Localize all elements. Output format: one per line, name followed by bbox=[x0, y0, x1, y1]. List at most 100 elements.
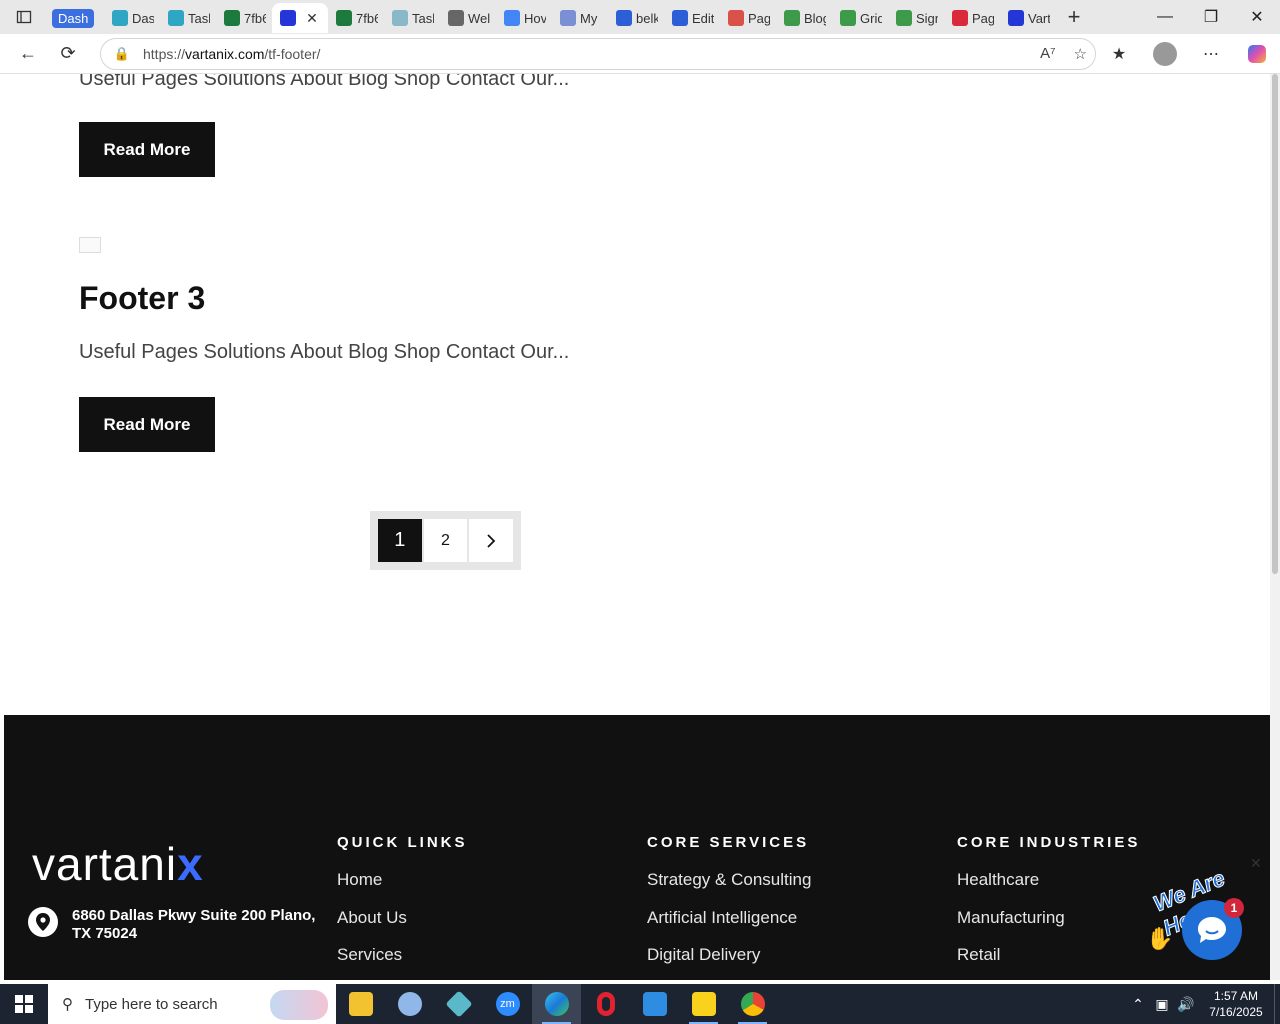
edge-icon[interactable] bbox=[532, 984, 581, 1024]
tab-title: Blog bbox=[804, 10, 826, 26]
tab-title: Sign bbox=[916, 10, 938, 26]
footer-link-digital-delivery[interactable]: Digital Delivery bbox=[647, 945, 811, 980]
taskbar-search-box[interactable]: ⚲ Type here to search bbox=[48, 984, 336, 1024]
footer-link-manufacturing[interactable]: Manufacturing bbox=[957, 908, 1140, 946]
core-services-column: CORE SERVICES Strategy & Consulting Arti… bbox=[647, 834, 811, 980]
restore-button[interactable]: ❐ bbox=[1188, 0, 1234, 34]
opera-icon[interactable] bbox=[581, 984, 630, 1024]
tab-actions-button[interactable] bbox=[0, 0, 48, 34]
taskbar-search-placeholder: Type here to search bbox=[85, 995, 218, 1013]
sticky-notes-icon[interactable] bbox=[679, 984, 728, 1024]
browser-tab[interactable]: 7fb6 bbox=[216, 3, 272, 33]
browser-tab[interactable]: Dash bbox=[48, 3, 104, 33]
minimize-button[interactable]: — bbox=[1142, 0, 1188, 34]
browser-tab[interactable]: Blog bbox=[776, 3, 832, 33]
tab-actions-icon bbox=[16, 10, 32, 24]
profile-avatar[interactable] bbox=[1142, 42, 1188, 66]
footer-link-home[interactable]: Home bbox=[337, 870, 468, 908]
core-industries-column: CORE INDUSTRIES Healthcare Manufacturing… bbox=[957, 834, 1140, 980]
vartanix-logo[interactable]: vartanix bbox=[32, 837, 204, 891]
favorite-star-icon[interactable]: ☆ bbox=[1074, 45, 1087, 63]
browser-tab[interactable]: Dash bbox=[104, 3, 160, 33]
show-desktop-button[interactable] bbox=[1274, 984, 1280, 1024]
tab-title: Wel bbox=[468, 10, 490, 26]
read-aloud-icon[interactable]: A⁷ bbox=[1040, 45, 1055, 63]
back-button[interactable]: ← bbox=[8, 34, 48, 74]
tab-favicon-icon bbox=[224, 10, 240, 26]
prev-post-excerpt: Useful Pages Solutions About Blog Shop C… bbox=[79, 74, 570, 90]
browser-tab[interactable]: Sign bbox=[888, 3, 944, 33]
browser-tab[interactable]: Task bbox=[384, 3, 440, 33]
page-scrollbar[interactable] bbox=[1270, 74, 1280, 980]
core-services-heading: CORE SERVICES bbox=[647, 834, 810, 851]
start-button[interactable] bbox=[0, 984, 48, 1024]
clock-date: 7/16/2025 bbox=[1209, 1005, 1263, 1019]
refresh-button[interactable]: ⟳ bbox=[48, 34, 88, 74]
tab-title: Task bbox=[412, 10, 434, 26]
post-excerpt: Useful Pages Solutions About Blog Shop C… bbox=[79, 341, 570, 363]
more-menu-icon[interactable]: ⋯ bbox=[1188, 44, 1234, 64]
volume-icon[interactable]: 🔊 bbox=[1174, 996, 1198, 1013]
copilot-icon[interactable] bbox=[1234, 45, 1280, 63]
post-title[interactable]: Footer 3 bbox=[79, 280, 205, 317]
browser-tab[interactable]: belk bbox=[608, 3, 664, 33]
paint-app-icon[interactable] bbox=[385, 984, 434, 1024]
browser-tab[interactable]: 7fb6 bbox=[328, 3, 384, 33]
tab-favicon-icon bbox=[448, 10, 464, 26]
chat-bubble-icon bbox=[1198, 917, 1226, 943]
photos-icon[interactable] bbox=[630, 984, 679, 1024]
chrome-icon[interactable] bbox=[728, 984, 777, 1024]
footer-link-ai[interactable]: Artificial Intelligence bbox=[647, 908, 811, 946]
tab-favicon-icon bbox=[280, 10, 296, 26]
address-bar[interactable]: 🔒 https://vartanix.com/tf-footer/ A⁷ ☆ bbox=[100, 38, 1096, 70]
lock-icon[interactable]: 🔒 bbox=[101, 46, 143, 62]
footer-link-healthcare[interactable]: Healthcare bbox=[957, 870, 1140, 908]
tab-group-label[interactable]: Dash bbox=[52, 8, 95, 28]
file-explorer-icon[interactable] bbox=[336, 984, 385, 1024]
favorites-icon[interactable]: ★ bbox=[1096, 44, 1142, 64]
tab-title: Task bbox=[188, 10, 210, 26]
browser-tab[interactable]: Vart bbox=[1000, 3, 1056, 33]
browser-tab[interactable]: Hov bbox=[496, 3, 552, 33]
tab-title: Edit bbox=[692, 10, 714, 26]
scrollbar-thumb[interactable] bbox=[1272, 74, 1278, 574]
tab-close-icon[interactable]: ✕ bbox=[304, 10, 320, 26]
location-pin-icon bbox=[28, 907, 58, 937]
footer-link-services[interactable]: Services bbox=[337, 945, 468, 980]
browser-tab[interactable]: Edit bbox=[664, 3, 720, 33]
zoom-icon[interactable]: zm bbox=[483, 984, 532, 1024]
tab-favicon-icon bbox=[616, 10, 632, 26]
close-window-button[interactable]: ✕ bbox=[1234, 0, 1280, 34]
core-industries-heading: CORE INDUSTRIES bbox=[957, 834, 1141, 851]
browser-tab[interactable]: ✕ bbox=[272, 3, 328, 33]
tab-title: belk bbox=[636, 10, 658, 26]
prev-read-more-button[interactable]: Read More bbox=[79, 122, 215, 177]
tab-title: Dash bbox=[132, 10, 154, 26]
url-text: https://vartanix.com/tf-footer/ bbox=[143, 46, 321, 62]
browser-tab[interactable]: My bbox=[552, 3, 608, 33]
show-hidden-icons-icon[interactable]: ⌃ bbox=[1126, 996, 1150, 1013]
browser-tab[interactable]: Grid bbox=[832, 3, 888, 33]
tab-title: Vart bbox=[1028, 10, 1050, 26]
browser-tab[interactable]: Pag bbox=[720, 3, 776, 33]
taskbar-clock[interactable]: 1:57 AM 7/16/2025 bbox=[1198, 988, 1274, 1020]
next-page-button[interactable] bbox=[469, 519, 514, 562]
footer-link-about-us[interactable]: About Us bbox=[337, 908, 468, 946]
page-1-button[interactable]: 1 bbox=[378, 519, 422, 562]
app-hex-icon[interactable] bbox=[434, 984, 483, 1024]
browser-tab[interactable]: Pag bbox=[944, 3, 1000, 33]
network-icon[interactable]: ▣ bbox=[1150, 996, 1174, 1013]
tab-favicon-icon bbox=[840, 10, 856, 26]
browser-tab[interactable]: Wel bbox=[440, 3, 496, 33]
page-2-button[interactable]: 2 bbox=[423, 519, 468, 562]
chat-launcher-button[interactable]: 1 bbox=[1182, 898, 1244, 960]
tab-title: 7fb6 bbox=[356, 10, 378, 26]
footer-link-strategy[interactable]: Strategy & Consulting bbox=[647, 870, 811, 908]
browser-tab[interactable]: Task bbox=[160, 3, 216, 33]
read-more-button[interactable]: Read More bbox=[79, 397, 215, 452]
footer-link-retail[interactable]: Retail bbox=[957, 945, 1140, 980]
tab-title: Hov bbox=[524, 10, 546, 26]
new-tab-button[interactable]: + bbox=[1056, 4, 1092, 30]
quick-links-column: QUICK LINKS Home About Us Services bbox=[337, 834, 468, 980]
post-thumbnail[interactable] bbox=[79, 237, 101, 253]
